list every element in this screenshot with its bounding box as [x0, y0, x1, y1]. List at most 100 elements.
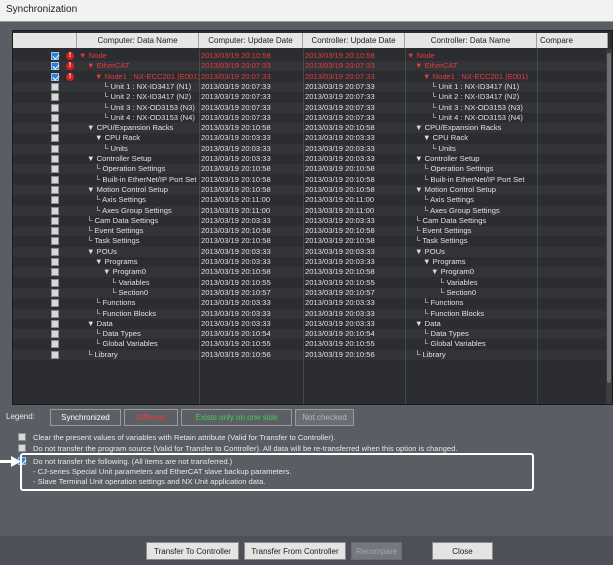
scrollbar-thumb[interactable]: [607, 53, 611, 383]
table-row[interactable]: ▼ Controller Setup 2013/03/19 20:03:33 201…: [13, 154, 608, 164]
row-checkbox[interactable]: [51, 340, 59, 349]
row-checkbox[interactable]: [51, 350, 59, 359]
controller-data-name: └ Cam Data Settings: [415, 215, 487, 225]
row-checkbox[interactable]: [51, 247, 59, 256]
row-checkbox[interactable]: [51, 175, 59, 184]
row-checkbox[interactable]: [51, 93, 59, 102]
table-row[interactable]: ▼ CPU/Expansion Racks 2013/03/19 20:10:58…: [13, 123, 608, 133]
controller-data-name: └ Unit 3 : NX-OD3153 (N3): [431, 102, 523, 112]
row-checkbox[interactable]: [51, 82, 59, 91]
table-row[interactable]: └ Section0 2013/03/19 20:10:57 2013/03/19 …: [13, 288, 608, 298]
table-row[interactable]: └ Global Variables 2013/03/19 20:10:55 201…: [13, 339, 608, 349]
row-checkbox[interactable]: [51, 103, 59, 112]
computer-data-name: └ Built-in EtherNet/IP Port Set: [95, 174, 197, 184]
table-row[interactable]: ▼ Program0 2013/03/19 20:10:58 2013/03/19 …: [13, 267, 608, 277]
column-header-computer-date[interactable]: Computer: Update Date: [199, 33, 303, 48]
row-checkbox[interactable]: [51, 165, 59, 174]
table-row[interactable]: ▼ Programs 2013/03/19 20:03:33 2013/03/19 …: [13, 257, 608, 267]
legend-one-side: Exists only on one side: [181, 409, 292, 426]
row-checkbox[interactable]: [51, 237, 59, 246]
computer-data-name: └ Task Settings: [87, 236, 140, 246]
table-row[interactable]: └ Operation Settings 2013/03/19 20:10:58 2…: [13, 164, 608, 174]
controller-data-name: ▼ Programs: [423, 257, 466, 266]
controller-data-name: └ Units: [431, 143, 456, 153]
computer-data-name: ▼ Motion Control Setup: [87, 184, 168, 194]
row-checkbox[interactable]: [51, 299, 59, 308]
vertical-scrollbar[interactable]: [606, 49, 612, 404]
row-checkbox[interactable]: [51, 124, 59, 133]
row-checkbox[interactable]: [51, 62, 59, 71]
computer-update-date: 2013/03/19 20:03:33: [201, 143, 271, 153]
row-checkbox[interactable]: [51, 52, 59, 60]
controller-data-name: ▼ Data: [415, 318, 441, 328]
table-row[interactable]: ! ▼ Node1 : NX-ECC201 (E001) 2013/03/19 20…: [13, 72, 608, 82]
column-header-compare[interactable]: Compare: [537, 33, 608, 48]
checkbox-no-source[interactable]: [18, 444, 26, 452]
transfer-to-controller-button[interactable]: Transfer To Controller: [146, 542, 239, 560]
controller-data-name: ▼ EtherCAT: [415, 61, 458, 71]
column-header-controller-name[interactable]: Controller: Data Name: [405, 33, 537, 48]
table-row[interactable]: └ Function Blocks 2013/03/19 20:03:33 2013…: [13, 309, 608, 319]
computer-data-name: ▼ POUs: [87, 246, 117, 256]
row-checkbox[interactable]: [51, 288, 59, 297]
computer-update-date: 2013/03/19 20:07:33: [201, 92, 271, 102]
computer-update-date: 2013/03/19 20:03:33: [201, 133, 271, 143]
row-checkbox[interactable]: [51, 268, 59, 277]
table-row[interactable]: └ Cam Data Settings 2013/03/19 20:03:33 20…: [13, 216, 608, 226]
sync-table: Computer: Data Name Computer: Update Dat…: [12, 30, 613, 405]
computer-data-name: └ Axes Group Settings: [95, 205, 172, 215]
row-checkbox[interactable]: [51, 258, 59, 266]
table-row[interactable]: └ Library 2013/03/19 20:10:56 2013/03/19 2…: [13, 350, 608, 360]
row-checkbox[interactable]: [51, 134, 59, 143]
column-header-controller-date[interactable]: Controller: Update Date: [303, 33, 405, 48]
column-header-computer-name[interactable]: Computer: Data Name: [77, 33, 199, 48]
table-row[interactable]: ▼ Data 2013/03/19 20:03:33 2013/03/19 20:0…: [13, 319, 608, 329]
row-checkbox[interactable]: [51, 216, 59, 225]
computer-data-name: ▼ Controller Setup: [87, 154, 152, 163]
computer-data-name: ▼ Program0: [103, 267, 146, 277]
table-row[interactable]: └ Units 2013/03/19 20:03:33 2013/03/19 20:…: [13, 144, 608, 154]
table-row[interactable]: ▼ Motion Control Setup 2013/03/19 20:10:5…: [13, 185, 608, 195]
row-checkbox[interactable]: [51, 206, 59, 215]
table-row[interactable]: └ Built-in EtherNet/IP Port Set 2013/03/1…: [13, 175, 608, 185]
controller-update-date: 2013/03/19 20:03:33: [305, 154, 375, 163]
table-row[interactable]: └ Data Types 2013/03/19 20:10:54 2013/03/1…: [13, 329, 608, 339]
table-row[interactable]: └ Functions 2013/03/19 20:03:33 2013/03/19…: [13, 298, 608, 308]
controller-update-date: 2013/03/19 20:11:00: [305, 205, 375, 215]
row-checkbox[interactable]: [51, 309, 59, 318]
table-row[interactable]: └ Axis Settings 2013/03/19 20:11:00 2013/0…: [13, 195, 608, 205]
row-checkbox[interactable]: [51, 330, 59, 339]
table-row[interactable]: └ Unit 4 : NX-OD3153 (N4) 2013/03/19 20:0…: [13, 113, 608, 123]
row-checkbox[interactable]: [51, 196, 59, 205]
table-row[interactable]: └ Unit 1 : NX-ID3417 (N1) 2013/03/19 20:0…: [13, 82, 608, 92]
table-row[interactable]: └ Event Settings 2013/03/19 20:10:58 2013/…: [13, 226, 608, 236]
row-checkbox[interactable]: [51, 278, 59, 287]
table-row[interactable]: └ Unit 2 : NX-ID3417 (N2) 2013/03/19 20:0…: [13, 92, 608, 102]
row-checkbox[interactable]: [51, 144, 59, 153]
checkbox-clear-retain[interactable]: [18, 433, 26, 441]
recompare-button[interactable]: Recompare: [351, 542, 402, 560]
transfer-from-controller-button[interactable]: Transfer From Controller: [244, 542, 346, 560]
table-row[interactable]: ▼ POUs 2013/03/19 20:03:33 2013/03/19 20:0…: [13, 247, 608, 257]
row-checkbox[interactable]: [51, 185, 59, 194]
row-checkbox[interactable]: [51, 113, 59, 122]
table-row[interactable]: └ Axes Group Settings 2013/03/19 20:11:00…: [13, 206, 608, 216]
row-checkbox[interactable]: [51, 155, 59, 163]
table-row[interactable]: ! ▼ EtherCAT 2013/03/19 20:07:33 2013/03/19…: [13, 61, 608, 71]
controller-data-name: └ Task Settings: [415, 236, 468, 246]
computer-update-date: 2013/03/19 20:10:58: [201, 184, 271, 194]
table-row[interactable]: └ Task Settings 2013/03/19 20:10:58 2013/0…: [13, 236, 608, 246]
row-checkbox[interactable]: [51, 72, 59, 81]
window-title: Synchronization: [0, 0, 613, 22]
option-no-source[interactable]: Do not transfer the program source (Vali…: [18, 444, 598, 453]
controller-data-name: └ Axis Settings: [423, 195, 474, 205]
row-checkbox[interactable]: [51, 227, 59, 236]
close-button[interactable]: Close: [432, 542, 493, 560]
table-row[interactable]: └ Unit 3 : NX-OD3153 (N3) 2013/03/19 20:0…: [13, 103, 608, 113]
table-row[interactable]: ▼ CPU Rack 2013/03/19 20:03:33 2013/03/19 …: [13, 133, 608, 143]
table-row[interactable]: ! ▼ Node 2013/03/19 20:10:58 2013/03/19 20:…: [13, 51, 608, 61]
table-row[interactable]: └ Variables 2013/03/19 20:10:55 2013/03/19…: [13, 278, 608, 288]
computer-data-name: ▼ CPU Rack: [95, 133, 141, 143]
row-checkbox[interactable]: [51, 319, 59, 328]
controller-data-name: ▼ Motion Control Setup: [415, 184, 496, 194]
